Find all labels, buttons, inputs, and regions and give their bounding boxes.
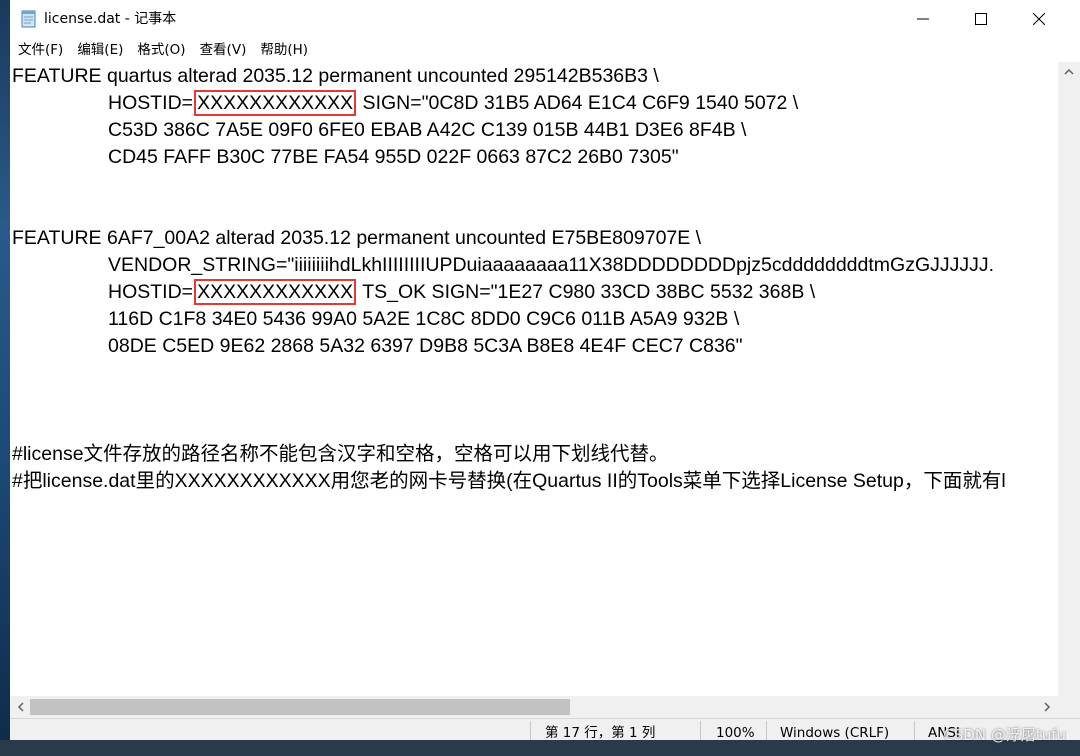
- text-line: 116D C1F8 34E0 5436 99A0 5A2E 1C8C 8DD0 …: [108, 308, 740, 330]
- window-title: license.dat - 记事本: [44, 11, 177, 27]
- text-line: 08DE C5ED 9E62 2868 5A32 6397 D9B8 5C3A …: [108, 335, 743, 357]
- zoom-level: 100%: [716, 725, 755, 741]
- close-icon: [1033, 13, 1045, 25]
- scrollbar-corner: [1058, 696, 1080, 718]
- hostid-highlight: XXXXXXXXXXXX: [194, 279, 357, 305]
- notepad-window: license.dat - 记事本 文件(F) 编辑(E) 格式(O) 查看(V…: [10, 0, 1080, 756]
- taskbar: [0, 740, 1080, 756]
- sign-text: TS_OK SIGN="1E27 C980 33CD 38BC 5532 368…: [357, 281, 816, 303]
- text-line: FEATURE 6AF7_00A2 alterad 2035.12 perman…: [12, 227, 702, 249]
- text-line: VENDOR_STRING="iiiiiiiihdLkhIIIIIIIIUPDu…: [108, 254, 995, 276]
- status-divider: [914, 721, 915, 741]
- comment-line: #license文件存放的路径名称不能包含汉字和空格，空格可以用下划线代替。: [12, 443, 669, 465]
- title-bar[interactable]: license.dat - 记事本: [10, 0, 1080, 38]
- csdn-watermark: CSDN @浮屠tufu: [943, 726, 1066, 744]
- menu-file[interactable]: 文件(F): [12, 38, 69, 62]
- sign-text: SIGN="0C8D 31B5 AD64 E1C4 C6F9 1540 5072…: [357, 92, 799, 114]
- menu-format[interactable]: 格式(O): [131, 38, 191, 62]
- minimize-icon: [917, 18, 929, 20]
- close-button[interactable]: [1010, 0, 1068, 38]
- status-bar: 第 17 行，第 1 列 100% Windows (CRLF) ANSI: [10, 718, 1080, 741]
- status-divider: [530, 721, 531, 741]
- text-line: C53D 386C 7A5E 09F0 6FE0 EBAB A42C C139 …: [108, 119, 747, 141]
- text-line: FEATURE quartus alterad 2035.12 permanen…: [12, 65, 659, 87]
- menu-help[interactable]: 帮助(H): [254, 38, 314, 62]
- text-line: CD45 FAFF B30C 77BE FA54 955D 022F 0663 …: [108, 146, 679, 168]
- text-line: HOSTID= XXXXXXXXXXXX TS_OK SIGN="1E27 C98…: [108, 279, 815, 306]
- horizontal-scroll-thumb[interactable]: [30, 699, 570, 715]
- hostid-highlight: XXXXXXXXXXXX: [194, 90, 357, 116]
- desktop-background: [0, 0, 10, 756]
- menu-bar: 文件(F) 编辑(E) 格式(O) 查看(V) 帮助(H): [10, 38, 1080, 62]
- scroll-left-icon[interactable]: [12, 696, 30, 718]
- text-editor[interactable]: FEATURE quartus alterad 2035.12 permanen…: [10, 62, 1058, 696]
- line-ending: Windows (CRLF): [780, 725, 890, 741]
- scroll-up-icon[interactable]: [1058, 64, 1080, 80]
- scroll-right-icon[interactable]: [1038, 696, 1056, 718]
- vertical-scrollbar[interactable]: [1058, 62, 1080, 696]
- text-line: HOSTID= XXXXXXXXXXXX SIGN="0C8D 31B5 AD64…: [108, 90, 798, 117]
- horizontal-scrollbar[interactable]: [10, 696, 1058, 718]
- maximize-button[interactable]: [952, 0, 1010, 38]
- status-divider: [766, 721, 767, 741]
- status-divider: [700, 721, 701, 741]
- maximize-icon: [975, 13, 987, 25]
- hostid-label: HOSTID=: [108, 281, 194, 303]
- minimize-button[interactable]: [894, 0, 952, 38]
- comment-line: #把license.dat里的XXXXXXXXXXXX用您老的网卡号替换(在Qu…: [12, 470, 1006, 492]
- cursor-position: 第 17 行，第 1 列: [545, 725, 656, 741]
- hostid-label: HOSTID=: [108, 92, 194, 114]
- menu-edit[interactable]: 编辑(E): [71, 38, 129, 62]
- notepad-icon: [20, 10, 38, 28]
- menu-view[interactable]: 查看(V): [194, 38, 253, 62]
